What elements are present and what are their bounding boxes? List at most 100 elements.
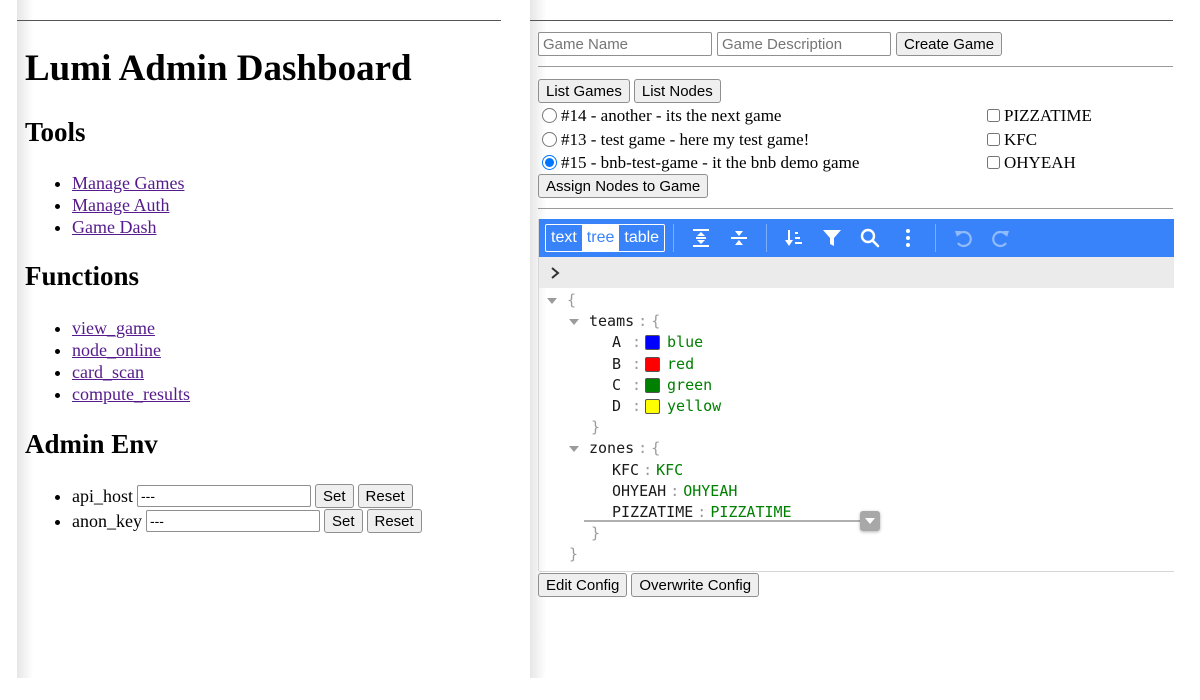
link-manage-games[interactable]: Manage Games	[72, 173, 184, 193]
redo-icon	[992, 230, 1010, 248]
node-option-label: PIZZATIME	[1004, 106, 1092, 125]
overwrite-config-button[interactable]: Overwrite Config	[631, 573, 760, 597]
tools-list-item: Game Dash	[72, 216, 184, 238]
expand-all-button[interactable]	[682, 223, 720, 253]
tree-key[interactable]: B	[612, 354, 632, 375]
insert-area-line	[584, 520, 864, 522]
tree-key[interactable]: OHYEAH	[612, 481, 666, 502]
color-swatch[interactable]	[645, 377, 661, 393]
json-tree: { teams : { A : blue B : red C: green D…	[539, 288, 1174, 565]
sort-icon	[785, 230, 803, 246]
node-option[interactable]: KFC	[987, 128, 1092, 152]
tools-list-item: Manage Games	[72, 172, 184, 194]
link-card-scan[interactable]: card_scan	[72, 362, 144, 382]
link-compute-results[interactable]: compute_results	[72, 384, 190, 404]
api-host-reset-button[interactable]: Reset	[357, 484, 413, 508]
json-editor: text tree table {teams: {A: blue B:…	[538, 219, 1174, 572]
mode-text-tab[interactable]: text	[546, 225, 582, 251]
more-icon	[906, 229, 911, 247]
collapse-all-button[interactable]	[720, 223, 758, 253]
api-host-input[interactable]	[137, 485, 311, 507]
assign-nodes-button[interactable]: Assign Nodes to Game	[538, 174, 709, 198]
game-description-input[interactable]	[717, 32, 891, 56]
mode-tree-tab[interactable]: tree	[581, 225, 620, 251]
colon: :	[670, 481, 680, 500]
search-button[interactable]	[851, 223, 889, 253]
tree-node-teams: teams : {	[539, 311, 1174, 332]
tree-value[interactable]: red	[667, 354, 694, 375]
collapse-toggle-icon[interactable]	[569, 318, 579, 325]
redo-button[interactable]	[982, 223, 1020, 253]
game-option-label: #13 - test game - here my test game!	[561, 129, 810, 149]
chevron-right-icon[interactable]	[549, 266, 561, 280]
functions-list-item: card_scan	[72, 361, 190, 383]
tree-value[interactable]: KFC	[656, 460, 683, 481]
expand-all-icon	[693, 229, 710, 247]
game-option-label: #14 - another - its the next game	[561, 106, 782, 125]
game-radio-14[interactable]	[542, 108, 557, 124]
undo-icon	[955, 230, 972, 248]
game-option[interactable]: #14 - another - its the next game	[542, 104, 859, 128]
link-node-online[interactable]: node_online	[72, 340, 161, 360]
list-nodes-button[interactable]: List Nodes	[633, 79, 721, 103]
anon-key-input[interactable]	[145, 510, 320, 532]
functions-list-item: compute_results	[72, 383, 190, 405]
game-option[interactable]: #13 - test game - here my test game!	[542, 128, 859, 152]
game-option[interactable]: #15 - bnb-test-game - it the bnb demo ga…	[542, 151, 859, 175]
mode-table-tab[interactable]: table	[619, 225, 664, 251]
tree-key[interactable]: KFC	[612, 460, 639, 481]
link-game-dash[interactable]: Game Dash	[72, 217, 156, 237]
insert-button[interactable]	[860, 511, 880, 531]
collapse-toggle-icon[interactable]	[547, 297, 557, 304]
tree-node-zones: zones : {	[539, 438, 1174, 459]
tree-value[interactable]: blue	[667, 332, 703, 353]
anon-key-reset-button[interactable]: Reset	[366, 509, 422, 533]
colon: :	[638, 312, 648, 331]
node-checkbox-ohyeah[interactable]	[987, 156, 1000, 170]
tree-key[interactable]: D	[612, 396, 632, 417]
menu-separator	[766, 224, 768, 252]
admin-env-list: api_host Set Reset anon_key Set Reset	[17, 484, 422, 534]
tree-item-team-b: B : red	[539, 354, 1174, 375]
node-checkbox-kfc[interactable]	[987, 132, 1000, 146]
tree-key[interactable]: teams	[589, 311, 634, 332]
tree-value[interactable]: yellow	[667, 396, 721, 417]
functions-list-item: view_game	[72, 317, 190, 339]
admin-env-heading: Admin Env	[25, 429, 158, 459]
env-row-api-host: api_host Set Reset	[72, 484, 422, 509]
tree-value[interactable]: green	[667, 375, 712, 396]
game-name-input[interactable]	[538, 32, 712, 56]
tree-key[interactable]: zones	[589, 438, 634, 459]
anon-key-set-button[interactable]: Set	[323, 509, 363, 533]
tools-list-item: Manage Auth	[72, 194, 184, 216]
node-option[interactable]: OHYEAH	[987, 151, 1092, 175]
undo-button[interactable]	[944, 223, 982, 253]
tree-item-team-d: D : yellow	[539, 396, 1174, 417]
game-radio-15[interactable]	[542, 155, 557, 171]
list-buttons: List Games List Nodes	[538, 79, 721, 103]
create-game-button[interactable]: Create Game	[896, 32, 1003, 56]
tree-value[interactable]: OHYEAH	[683, 481, 737, 502]
tree-key[interactable]: A	[612, 332, 632, 353]
env-row-anon-key: anon_key Set Reset	[72, 509, 422, 534]
link-manage-auth[interactable]: Manage Auth	[72, 195, 169, 215]
node-option[interactable]: PIZZATIME	[987, 104, 1092, 128]
more-button[interactable]	[889, 223, 927, 253]
api-host-set-button[interactable]: Set	[315, 484, 354, 508]
node-checkbox-pizzatime[interactable]	[987, 109, 1000, 123]
collapse-toggle-icon[interactable]	[569, 445, 579, 452]
list-games-button[interactable]: List Games	[538, 79, 630, 103]
open-brace: {	[567, 291, 577, 309]
editor-navigation-bar	[539, 257, 1174, 288]
section-divider	[538, 66, 1173, 67]
color-swatch[interactable]	[645, 356, 661, 372]
tree-key[interactable]: C	[612, 375, 632, 396]
edit-config-button[interactable]: Edit Config	[538, 573, 628, 597]
color-swatch[interactable]	[645, 399, 661, 415]
link-view-game[interactable]: view_game	[72, 318, 155, 338]
filter-button[interactable]	[813, 223, 851, 253]
collapse-all-icon	[731, 231, 748, 245]
game-radio-13[interactable]	[542, 131, 557, 147]
color-swatch[interactable]	[645, 335, 661, 351]
sort-button[interactable]	[775, 223, 813, 253]
